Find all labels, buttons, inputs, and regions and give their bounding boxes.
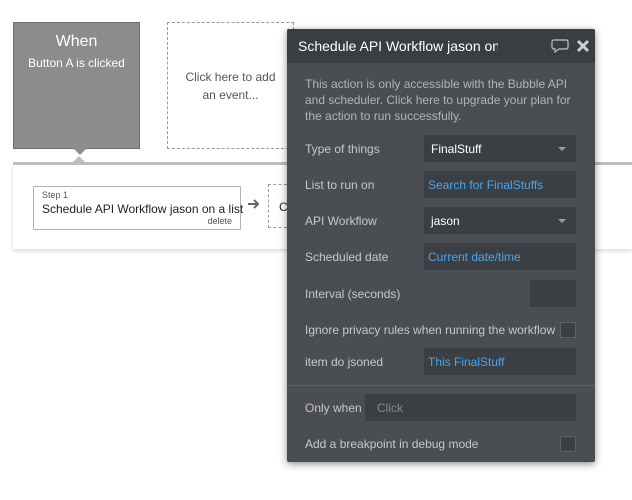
ignore-privacy-label: Ignore privacy rules when running the wo… xyxy=(305,323,556,337)
breakpoint-label: Add a breakpoint in debug mode xyxy=(305,437,479,451)
api-workflow-label: API Workflow xyxy=(305,214,377,228)
list-to-run-on-field[interactable]: Search for FinalStuffs xyxy=(424,171,576,198)
api-workflow-dropdown[interactable]: jason xyxy=(424,207,576,234)
event-pointer xyxy=(73,148,87,155)
type-of-things-label: Type of things xyxy=(305,142,380,156)
item-do-jsoned-label: item do jsoned xyxy=(305,355,384,369)
arrow-right-icon xyxy=(248,199,260,209)
list-to-run-on-value: Search for FinalStuffs xyxy=(428,178,544,192)
scheduled-date-value: Current date/time xyxy=(428,250,521,264)
item-do-jsoned-value: This FinalStuff xyxy=(428,355,505,369)
event-subtitle: Button A is clicked xyxy=(28,56,125,70)
panel-divider xyxy=(287,385,595,386)
type-of-things-value: FinalStuff xyxy=(431,142,482,156)
step-name: Schedule API Workflow jason on a list xyxy=(42,202,244,216)
type-of-things-dropdown[interactable]: FinalStuff xyxy=(424,135,576,162)
close-icon[interactable] xyxy=(576,39,590,53)
add-event-button[interactable]: Click here to add an event... xyxy=(167,22,294,149)
chevron-down-icon xyxy=(558,219,566,223)
comment-icon[interactable] xyxy=(551,39,569,53)
breakpoint-checkbox[interactable] xyxy=(560,436,576,452)
workflow-strip-caret xyxy=(72,156,86,163)
delete-step-link[interactable]: delete xyxy=(207,216,232,226)
event-card[interactable]: When Button A is clicked xyxy=(13,22,140,155)
api-workflow-value: jason xyxy=(431,214,460,228)
scheduled-date-label: Scheduled date xyxy=(305,250,389,264)
panel-header: Schedule API Workflow jason on a xyxy=(287,29,595,63)
panel-title: Schedule API Workflow jason on a xyxy=(298,38,498,54)
only-when-label: Only when xyxy=(305,401,362,415)
interval-label: Interval (seconds) xyxy=(305,287,401,301)
step-1-card[interactable]: Step 1 Schedule API Workflow jason on a … xyxy=(33,186,244,230)
ignore-privacy-checkbox[interactable] xyxy=(560,322,576,338)
interval-input[interactable] xyxy=(530,280,576,307)
only-when-placeholder: Click xyxy=(377,401,403,415)
step-number: Step 1 xyxy=(42,190,69,200)
event-title: When xyxy=(55,33,98,50)
only-when-field[interactable]: Click xyxy=(365,394,576,421)
list-to-run-on-label: List to run on xyxy=(305,178,375,192)
add-event-label: Click here to add an event... xyxy=(185,69,276,102)
action-property-panel: Schedule API Workflow jason on a This ac… xyxy=(287,29,595,462)
chevron-down-icon xyxy=(558,147,566,151)
item-do-jsoned-field[interactable]: This FinalStuff xyxy=(424,348,576,375)
upgrade-notice-link[interactable]: This action is only accessible with the … xyxy=(305,76,587,124)
scheduled-date-field[interactable]: Current date/time xyxy=(424,243,576,270)
